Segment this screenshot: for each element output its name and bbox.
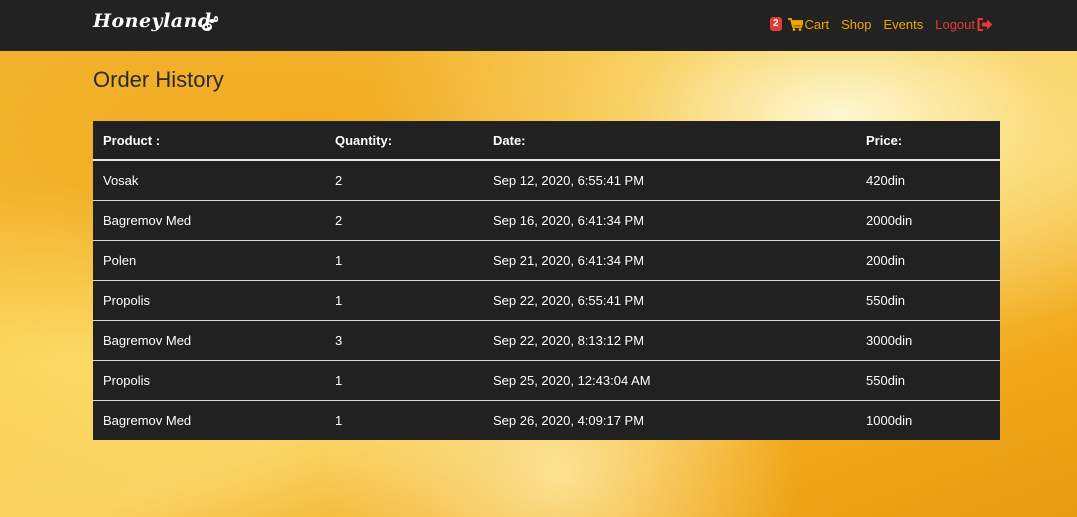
bee-icon — [202, 16, 219, 31]
cell-quantity: 1 — [325, 279, 483, 320]
cell-price: 1000din — [856, 399, 1000, 440]
cell-price: 420din — [866, 172, 906, 188]
cell-quantity: 1 — [325, 239, 483, 280]
table-row: Bagremov Med 2 Sep 16, 2020, 6:41:34 PM … — [93, 199, 1000, 240]
page-title: Order History — [93, 67, 224, 92]
table-header-row: Product : Quantity: Date: Price: — [93, 121, 1000, 161]
cell-product: Vosak — [103, 172, 139, 188]
cell-product: Bagremov Med — [93, 199, 325, 240]
table-row: Bagremov Med 1 Sep 26, 2020, 4:09:17 PM … — [93, 399, 1000, 440]
nav-logout-link[interactable]: Logout — [935, 17, 993, 32]
cell-quantity: 2 — [335, 172, 343, 188]
nav-logout-label: Logout — [935, 16, 975, 32]
cell-price: 200din — [856, 239, 1000, 280]
cart-count-badge: 2 — [769, 17, 782, 31]
cell-product: Polen — [93, 239, 325, 280]
cell-product: Bagremov Med — [93, 319, 325, 360]
cell-price: 3000din — [856, 319, 1000, 360]
cell-product: Propolis — [93, 279, 325, 320]
nav-shop-link[interactable]: Shop — [841, 17, 871, 32]
table-row: Polen 1 Sep 21, 2020, 6:41:34 PM 200din — [93, 239, 1000, 280]
table-row: Propolis 1 Sep 22, 2020, 6:55:41 PM 550d… — [93, 279, 1000, 320]
cell-price: 2000din — [856, 199, 1000, 240]
nav-cart-link[interactable]: Cart — [787, 16, 830, 32]
header-date: Date: — [483, 121, 856, 161]
table-row: Vosak 2 Sep 12, 2020, 6:55:41 PM 420din — [93, 160, 1000, 200]
cell-quantity: 3 — [325, 319, 483, 360]
cell-date: Sep 26, 2020, 4:09:17 PM — [483, 399, 856, 440]
cell-date: Sep 12, 2020, 6:55:41 PM — [493, 172, 645, 188]
cell-product: Bagremov Med — [93, 399, 325, 440]
header-price: Price: — [856, 121, 1000, 161]
cell-date: Sep 16, 2020, 6:41:34 PM — [483, 199, 856, 240]
cell-quantity: 2 — [325, 199, 483, 240]
top-navbar: Honeyland 2 Cart Shop Events Logout — [0, 0, 1077, 51]
cell-price: 550din — [856, 279, 1000, 320]
cell-quantity: 1 — [325, 359, 483, 400]
header-product: Product : — [93, 121, 325, 161]
order-history-table: Product : Quantity: Date: Price: Vosak 2… — [93, 121, 1000, 440]
nav-cart-label: Cart — [804, 16, 830, 32]
logout-icon — [977, 17, 993, 31]
cell-price: 550din — [856, 359, 1000, 400]
nav-links: 2 Cart Shop Events Logout — [769, 14, 993, 34]
table-row: Propolis 1 Sep 25, 2020, 12:43:04 AM 550… — [93, 359, 1000, 400]
cell-date: Sep 22, 2020, 6:55:41 PM — [483, 279, 856, 320]
table-row: Bagremov Med 3 Sep 22, 2020, 8:13:12 PM … — [93, 319, 1000, 360]
cell-date: Sep 25, 2020, 12:43:04 AM — [483, 359, 856, 400]
brand-logo[interactable]: Honeyland — [93, 10, 212, 32]
cell-product: Propolis — [93, 359, 325, 400]
cell-quantity: 1 — [325, 399, 483, 440]
cart-icon — [787, 17, 803, 31]
header-quantity: Quantity: — [325, 121, 483, 161]
nav-events-link[interactable]: Events — [883, 17, 923, 32]
cell-date: Sep 22, 2020, 8:13:12 PM — [483, 319, 856, 360]
cell-date: Sep 21, 2020, 6:41:34 PM — [483, 239, 856, 280]
